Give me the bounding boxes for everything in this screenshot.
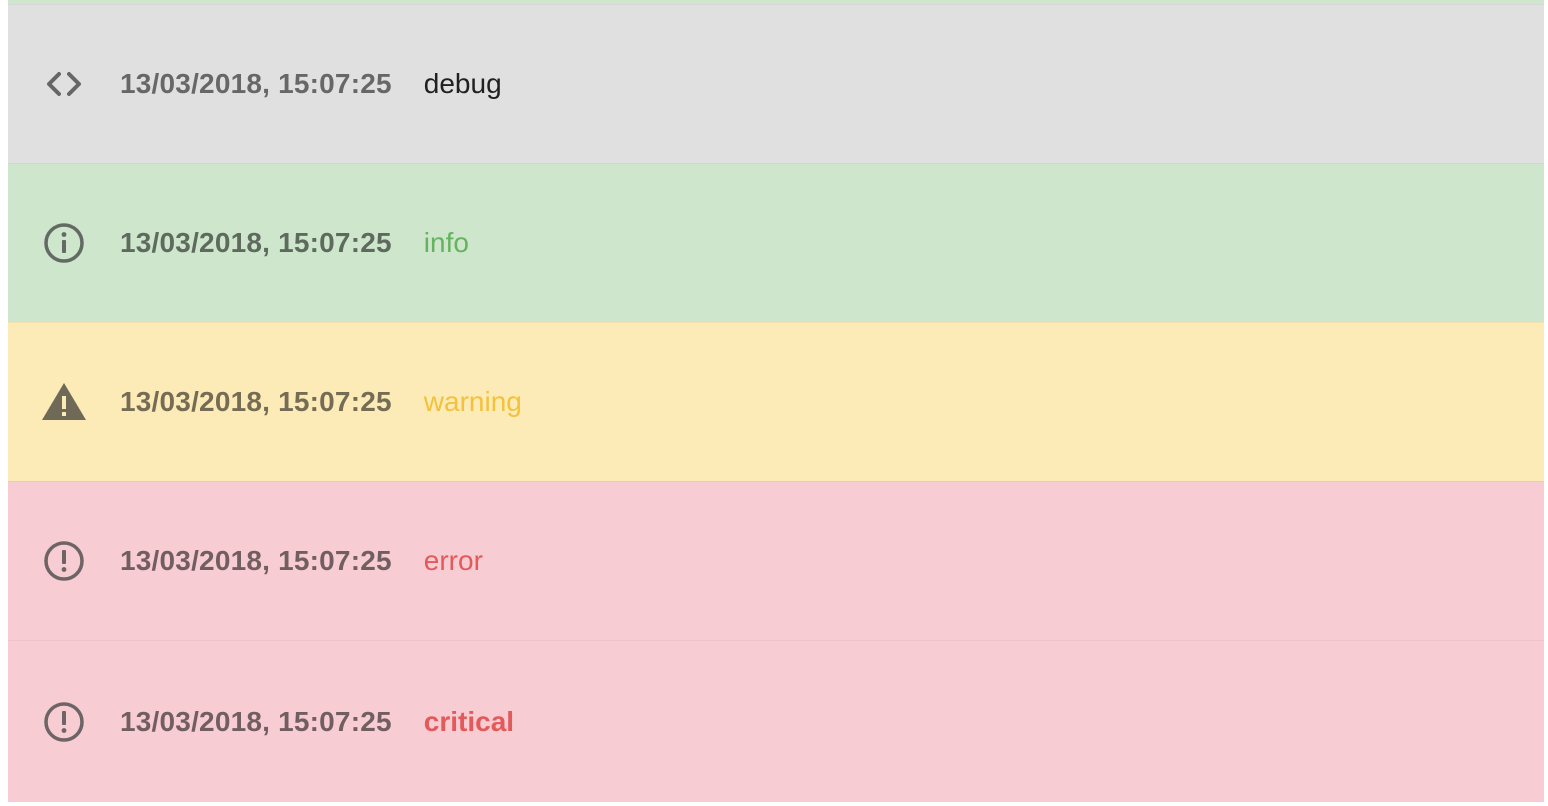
log-timestamp: 13/03/2018, 15:07:25	[120, 705, 392, 737]
log-timestamp: 13/03/2018, 15:07:25	[120, 68, 392, 99]
log-level-label: error	[423, 545, 483, 576]
info-circle-icon	[40, 219, 88, 267]
error-circle-icon	[40, 537, 88, 585]
log-level-label: warning	[423, 386, 522, 417]
warning-triangle-icon	[40, 378, 88, 426]
code-icon	[40, 60, 88, 108]
log-timestamp: 13/03/2018, 15:07:25	[120, 545, 392, 576]
error-circle-icon	[40, 698, 88, 746]
log-entry-info[interactable]: 13/03/2018, 15:07:25 info	[8, 163, 1544, 322]
log-entry-error[interactable]: 13/03/2018, 15:07:25 error	[8, 481, 1544, 640]
log-entry-debug[interactable]: 13/03/2018, 15:07:25 debug	[8, 4, 1544, 163]
log-timestamp: 13/03/2018, 15:07:25	[120, 386, 392, 417]
log-entry-warning[interactable]: 13/03/2018, 15:07:25 warning	[8, 322, 1544, 481]
log-entry-critical[interactable]: 13/03/2018, 15:07:25 critical	[8, 640, 1544, 802]
log-level-label: critical	[423, 705, 515, 737]
log-timestamp: 13/03/2018, 15:07:25	[120, 227, 392, 258]
log-list: 13/03/2018, 15:07:25 debug 13/03/2018, 1…	[8, 0, 1544, 806]
log-level-label: debug	[423, 68, 502, 99]
log-level-label: info	[423, 227, 469, 258]
